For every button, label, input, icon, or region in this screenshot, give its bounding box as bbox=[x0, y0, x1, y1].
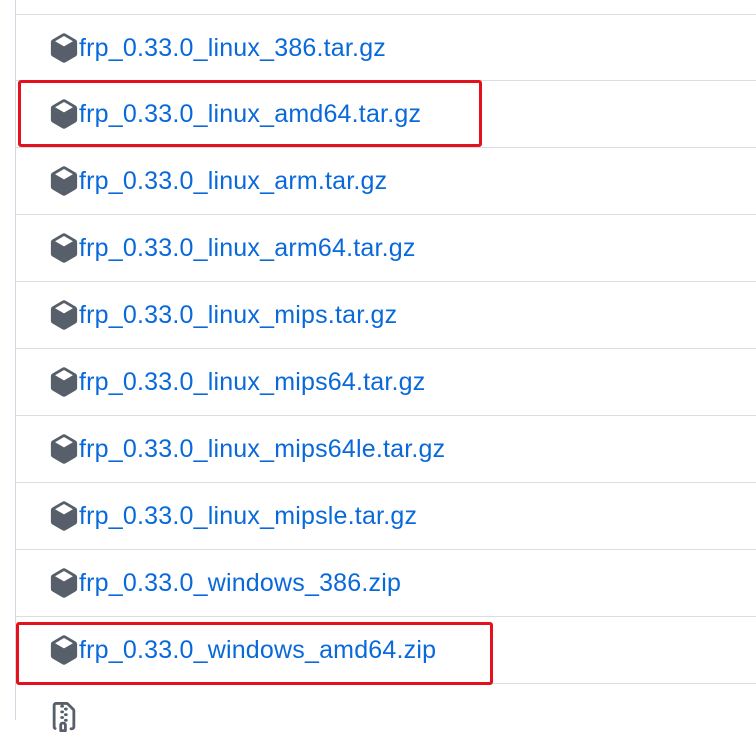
package-icon bbox=[49, 634, 79, 665]
asset-link[interactable]: frp_0.33.0_windows_amd64.zip bbox=[79, 634, 436, 666]
package-icon bbox=[49, 567, 79, 598]
asset-row: frp_0.33.0_windows_386.zip bbox=[16, 549, 756, 615]
asset-row: frp_0.33.0_windows_amd64.zip bbox=[16, 616, 756, 682]
asset-link[interactable]: frp_0.33.0_linux_386.tar.gz bbox=[79, 32, 386, 64]
asset-link[interactable]: frp_0.33.0_linux_amd64.tar.gz bbox=[79, 98, 421, 130]
asset-link[interactable]: frp_0.33.0_linux_arm.tar.gz bbox=[79, 165, 387, 197]
asset-row: frp_0.33.0_linux_arm64.tar.gz bbox=[16, 214, 756, 280]
package-icon bbox=[49, 232, 79, 263]
package-icon bbox=[49, 299, 79, 330]
asset-link[interactable]: frp_0.33.0_linux_mips64.tar.gz bbox=[79, 366, 426, 398]
asset-row: frp_0.33.0_linux_mipsle.tar.gz bbox=[16, 482, 756, 548]
package-icon bbox=[49, 500, 79, 531]
asset-row: frp_0.33.0_linux_mips64le.tar.gz bbox=[16, 415, 756, 481]
package-icon bbox=[49, 433, 79, 464]
asset-row: frp_0.33.0_linux_amd64.tar.gz bbox=[16, 80, 756, 146]
asset-row: frp_0.33.0_linux_mips.tar.gz bbox=[16, 281, 756, 347]
asset-row bbox=[16, 683, 756, 749]
asset-row: frp_0.33.0_linux_386.tar.gz bbox=[16, 14, 756, 80]
package-icon bbox=[49, 32, 79, 63]
asset-link[interactable]: frp_0.33.0_linux_arm64.tar.gz bbox=[79, 232, 416, 264]
asset-link[interactable]: frp_0.33.0_linux_mips.tar.gz bbox=[79, 299, 397, 331]
asset-link[interactable]: frp_0.33.0_linux_mipsle.tar.gz bbox=[79, 500, 417, 532]
asset-link[interactable]: frp_0.33.0_windows_386.zip bbox=[79, 567, 401, 599]
asset-row: frp_0.33.0_linux_mips64.tar.gz bbox=[16, 348, 756, 414]
asset-row: frp_0.33.0_linux_arm.tar.gz bbox=[16, 147, 756, 213]
package-icon bbox=[49, 366, 79, 397]
release-assets-list: frp_0.33.0_linux_386.tar.gz frp_0.33.0_l… bbox=[15, 0, 756, 732]
asset-row bbox=[16, 0, 756, 14]
package-icon bbox=[49, 165, 79, 196]
asset-link[interactable]: frp_0.33.0_linux_mips64le.tar.gz bbox=[79, 433, 445, 465]
package-icon bbox=[49, 98, 79, 129]
file-zip-icon bbox=[49, 701, 79, 732]
